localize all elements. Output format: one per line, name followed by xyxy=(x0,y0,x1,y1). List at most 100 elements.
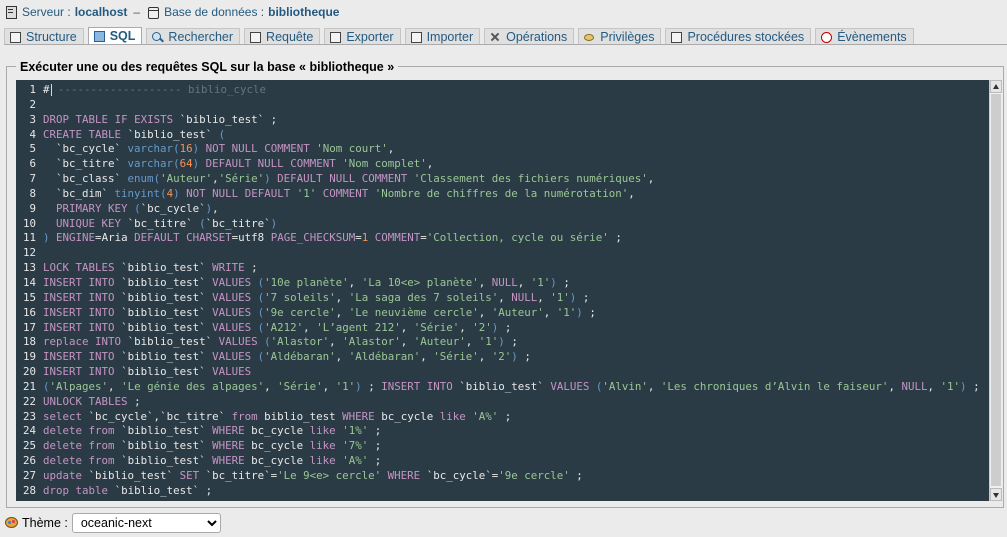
search-icon xyxy=(151,31,164,43)
tab-rechercher[interactable]: Rechercher xyxy=(146,28,241,44)
line-code: ('Alpages', 'Le génie des alpages', 'Sér… xyxy=(43,379,980,393)
code-line: 8 `bc_dim` tinyint(4) NOT NULL DEFAULT '… xyxy=(16,187,989,202)
line-number: 13 xyxy=(22,261,36,275)
line-code: INSERT INTO `biblio_test` VALUES xyxy=(43,365,252,379)
code-line: 2 xyxy=(16,98,989,113)
line-code: `bc_titre` varchar(64) DEFAULT NULL COMM… xyxy=(56,157,434,171)
code-line: 5 `bc_cycle` varchar(16) NOT NULL COMMEN… xyxy=(16,142,989,157)
line-code: delete from `biblio_test` WHERE bc_cycle… xyxy=(43,424,382,438)
code-line: 4 CREATE TABLE `biblio_test` ( xyxy=(16,128,989,143)
code-line: 13 LOCK TABLES `biblio_test` WRITE ; xyxy=(16,261,989,276)
database-link[interactable]: bibliotheque xyxy=(268,5,339,19)
scroll-up-arrow-icon[interactable] xyxy=(990,80,1002,93)
line-number: 26 xyxy=(22,454,36,468)
line-code: delete from `biblio_test` WHERE bc_cycle… xyxy=(43,454,382,468)
line-code: PRIMARY KEY (`bc_cycle`), xyxy=(56,201,219,215)
line-code: LOCK TABLES `biblio_test` WRITE ; xyxy=(43,261,258,275)
server-label: Serveur : xyxy=(22,5,71,19)
code-line: 7 `bc_class` enum('Auteur','Série') DEFA… xyxy=(16,172,989,187)
tab-label: SQL xyxy=(109,29,136,43)
line-code: INSERT INTO `biblio_test` VALUES ('7 sol… xyxy=(43,290,590,304)
code-line: 28 drop table `biblio_test` ; xyxy=(16,484,989,499)
line-number: 22 xyxy=(22,394,36,408)
line-code: INSERT INTO `biblio_test` VALUES ('9e ce… xyxy=(43,305,596,319)
code-line: 9 PRIMARY KEY (`bc_cycle`), xyxy=(16,202,989,217)
line-number: 24 xyxy=(22,424,36,438)
code-line: 21 ('Alpages', 'Le génie des alpages', 'S… xyxy=(16,380,989,395)
theme-select[interactable]: oceanic-next xyxy=(71,513,221,533)
scrollbar-thumb[interactable] xyxy=(991,94,1001,486)
line-number: 16 xyxy=(22,305,36,319)
line-number: 28 xyxy=(22,483,36,497)
line-code: delete from `biblio_test` WHERE bc_cycle… xyxy=(43,439,382,453)
line-code: UNLOCK TABLES ; xyxy=(43,394,141,408)
tab-label: Structure xyxy=(26,29,77,44)
code-line: 19 INSERT INTO `biblio_test` VALUES ('Ald… xyxy=(16,350,989,365)
line-code: `bc_class` enum('Auteur','Série') DEFAUL… xyxy=(56,172,655,186)
tab-sql[interactable]: SQL xyxy=(87,27,143,44)
tab-label: Évènements xyxy=(837,29,907,44)
line-code: # ------------------- biblio_cycle xyxy=(43,83,267,96)
code-line: 23 select `bc_cycle`,`bc_titre` from bibl… xyxy=(16,410,989,425)
line-number: 15 xyxy=(22,290,36,304)
code-line: 20 INSERT INTO `biblio_test` VALUES xyxy=(16,365,989,380)
tab-evenements[interactable]: Évènements xyxy=(815,28,914,44)
line-code: replace INTO `biblio_test` VALUES ('Alas… xyxy=(43,335,518,349)
code-line: 27 update `biblio_test` SET `bc_titre`='L… xyxy=(16,469,989,484)
structure-icon xyxy=(9,31,22,43)
line-code: select `bc_cycle`,`bc_titre` from biblio… xyxy=(43,409,512,423)
code-line: 12 xyxy=(16,246,989,261)
sql-icon xyxy=(93,30,106,42)
line-number: 12 xyxy=(22,246,36,260)
tab-operations[interactable]: Opérations xyxy=(484,28,575,44)
line-number: 23 xyxy=(22,409,36,423)
line-number: 6 xyxy=(29,157,36,171)
line-number: 3 xyxy=(29,112,36,126)
line-number: 14 xyxy=(22,275,36,289)
editor-scrollbar[interactable] xyxy=(989,80,1002,501)
line-number: 5 xyxy=(29,142,36,156)
code-line: 26 delete from `biblio_test` WHERE bc_cyc… xyxy=(16,454,989,469)
line-code: update `biblio_test` SET `bc_titre`='Le … xyxy=(43,468,583,482)
line-number: 21 xyxy=(22,379,36,393)
line-code: INSERT INTO `biblio_test` VALUES ('10e p… xyxy=(43,275,570,289)
scroll-down-arrow-icon[interactable] xyxy=(990,488,1002,501)
tab-importer[interactable]: Importer xyxy=(404,28,481,44)
routines-icon xyxy=(670,31,683,43)
line-number: 9 xyxy=(29,201,36,215)
code-line: 16 INSERT INTO `biblio_test` VALUES ('9e … xyxy=(16,306,989,321)
line-code: UNIQUE KEY `bc_titre` (`bc_titre`) xyxy=(56,216,278,230)
code-line: 25 delete from `biblio_test` WHERE bc_cyc… xyxy=(16,439,989,454)
privileges-icon xyxy=(583,31,596,43)
code-line: 22 UNLOCK TABLES ; xyxy=(16,395,989,410)
line-number: 20 xyxy=(22,365,36,379)
line-number: 25 xyxy=(22,439,36,453)
tab-exporter[interactable]: Exporter xyxy=(324,28,401,44)
server-link[interactable]: localhost xyxy=(75,5,128,19)
line-code: CREATE TABLE `biblio_test` ( xyxy=(43,127,226,141)
code-line: 14 INSERT INTO `biblio_test` VALUES ('10e… xyxy=(16,276,989,291)
tab-requete[interactable]: Requête xyxy=(244,28,321,44)
line-code: DROP TABLE IF EXISTS `biblio_test` ; xyxy=(43,112,278,126)
code-line: 1 # ------------------- biblio_cycle xyxy=(16,83,989,98)
export-icon xyxy=(329,31,342,43)
code-line: 15 INSERT INTO `biblio_test` VALUES ('7 s… xyxy=(16,291,989,306)
code-line: 17 INSERT INTO `biblio_test` VALUES ('A21… xyxy=(16,321,989,336)
line-code: INSERT INTO `biblio_test` VALUES ('A212'… xyxy=(43,320,512,334)
tab-label: Procédures stockées xyxy=(687,29,805,44)
server-icon xyxy=(4,5,18,19)
code-line: 11) ENGINE=Aria DEFAULT CHARSET=utf8 PAG… xyxy=(16,231,989,246)
line-code: INSERT INTO `biblio_test` VALUES ('Aldéb… xyxy=(43,350,531,364)
tab-privileges[interactable]: Privilèges xyxy=(578,28,662,44)
code-line: 24 delete from `biblio_test` WHERE bc_cyc… xyxy=(16,424,989,439)
line-number: 1 xyxy=(29,83,36,96)
line-code: ) ENGINE=Aria DEFAULT CHARSET=utf8 PAGE_… xyxy=(43,231,622,245)
breadcrumb-separator: – xyxy=(133,5,141,19)
line-number: 7 xyxy=(29,172,36,186)
sql-editor[interactable]: 1 # ------------------- biblio_cycle 2 3 DRO… xyxy=(16,80,989,501)
tab-procedures[interactable]: Procédures stockées xyxy=(665,28,812,44)
tab-bar: Structure SQL Rechercher Requête Exporte… xyxy=(4,27,1007,45)
tab-structure[interactable]: Structure xyxy=(4,28,84,44)
